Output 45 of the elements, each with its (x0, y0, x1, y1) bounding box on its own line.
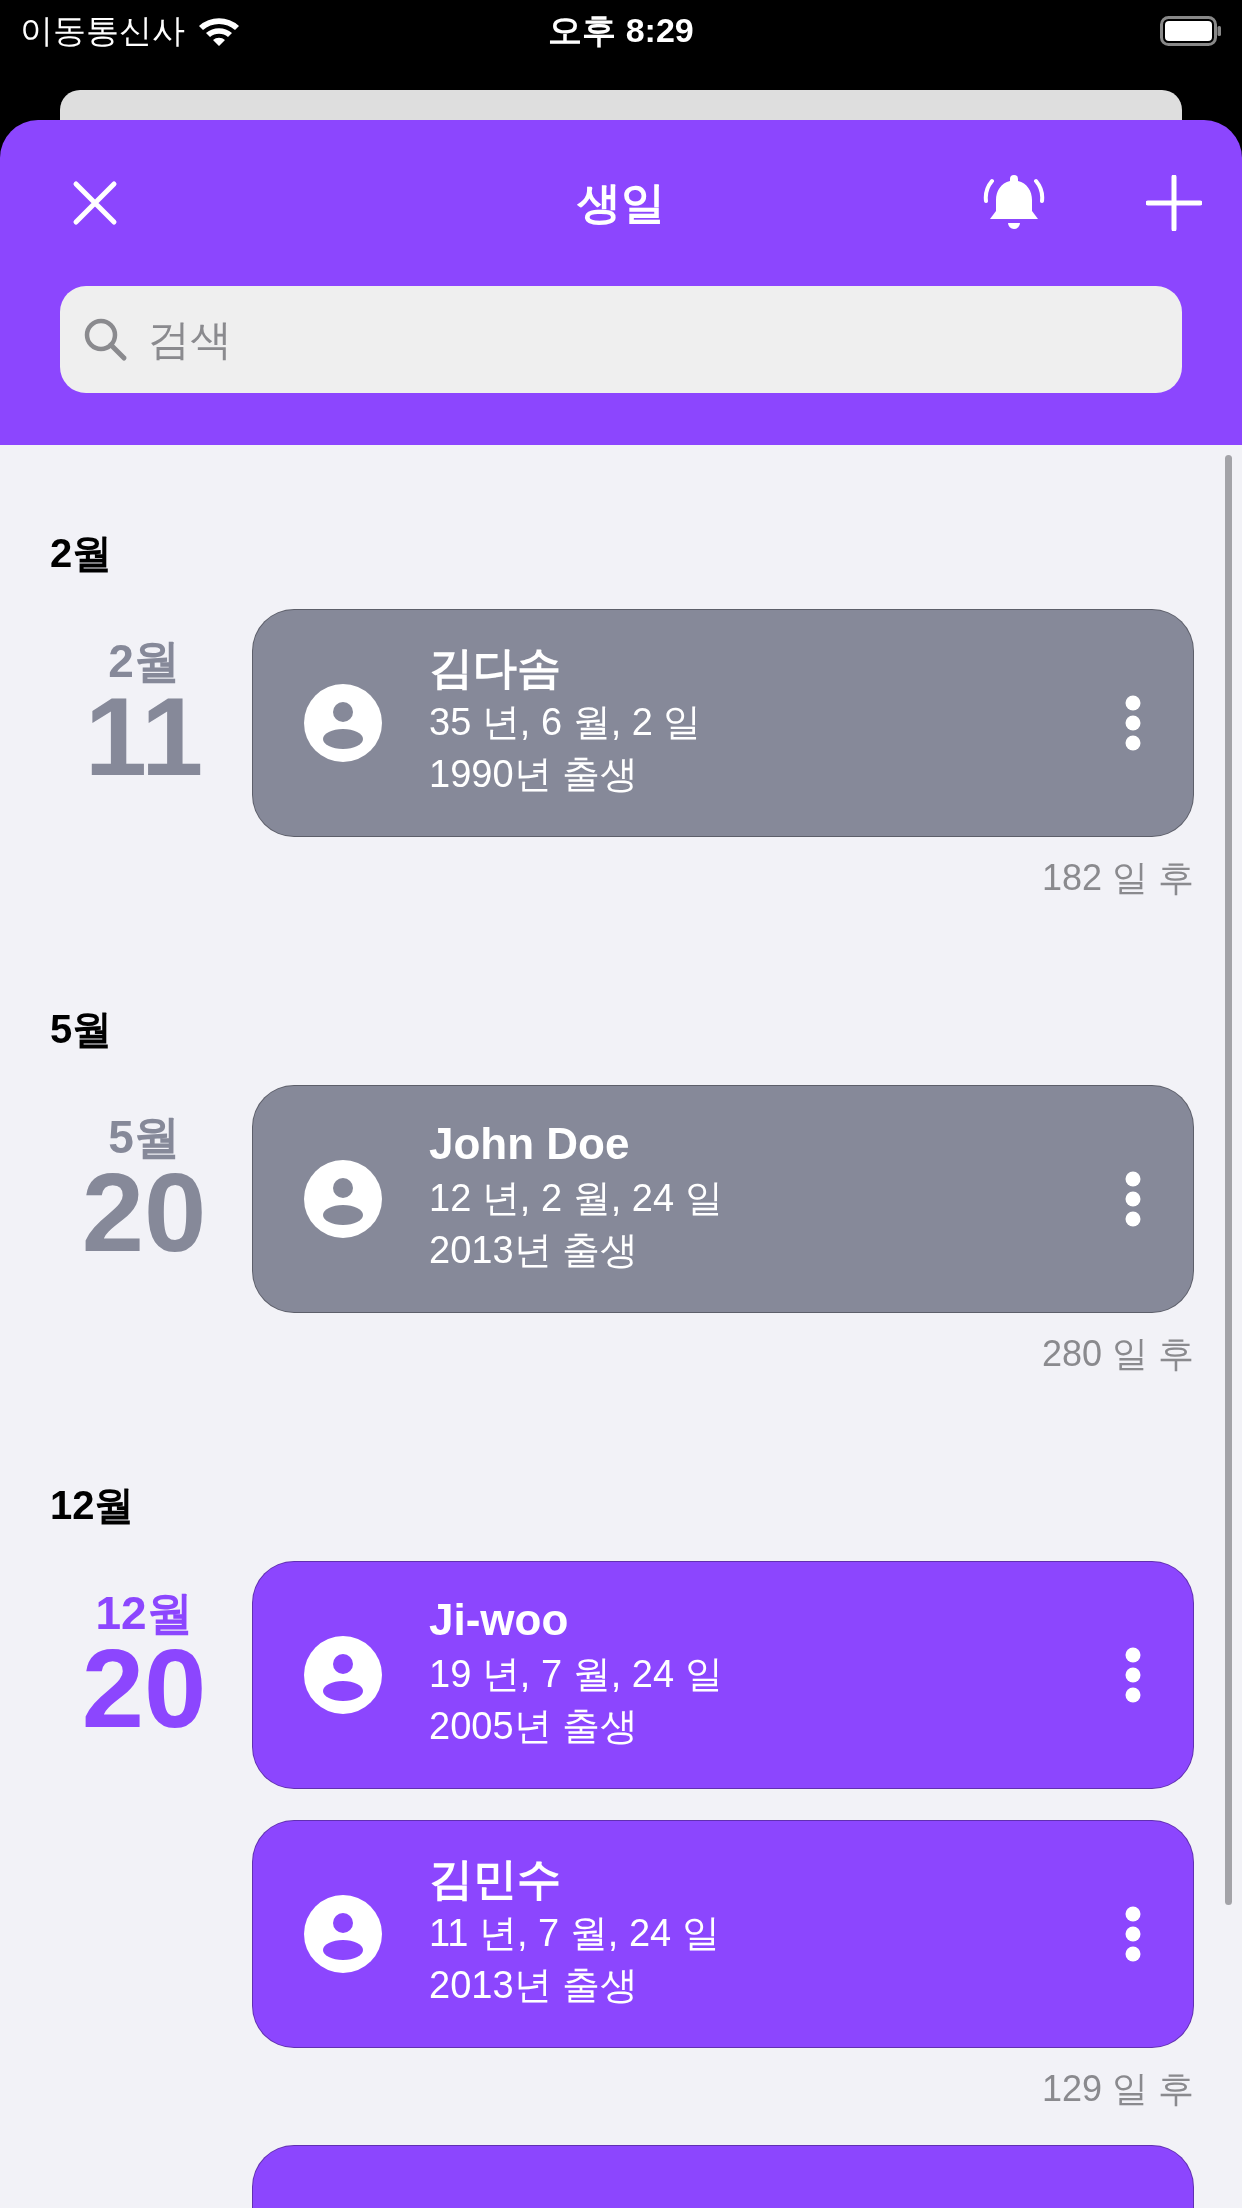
birthday-card[interactable]: Ji-woo 19 년, 7 월, 24 일 2005년 출생 (252, 1561, 1194, 1789)
person-name: 김다솜 (429, 642, 562, 694)
birthday-card[interactable]: 김다솜 35 년, 6 월, 2 일 1990년 출생 (252, 609, 1194, 837)
birth-year: 2005년 출생 (429, 1704, 640, 1749)
person-icon (304, 1636, 382, 1714)
more-button[interactable] (1123, 1645, 1143, 1705)
person-name: John Doe (429, 1118, 631, 1170)
birthday-card[interactable]: 김민수 11 년, 7 월, 24 일 2013년 출생 (252, 1820, 1194, 2048)
status-time: 오후 8:29 (548, 10, 694, 51)
carrier-name: 이동통신사 (20, 10, 185, 51)
more-icon (1123, 1645, 1143, 1705)
month-heading: 2월 (50, 530, 114, 577)
birth-year: 1990년 출생 (429, 752, 640, 797)
birth-year: 2013년 출생 (429, 1228, 640, 1273)
more-icon (1123, 1904, 1143, 1964)
battery-icon (1160, 16, 1222, 46)
days-until-text: 182 일 후 (1041, 857, 1194, 898)
scrollbar[interactable] (1225, 455, 1232, 1905)
age-text: 19 년, 7 월, 24 일 (429, 1652, 724, 1697)
plus-icon (1146, 175, 1202, 231)
search-field[interactable]: 검색 (60, 286, 1182, 393)
more-icon (1123, 1169, 1143, 1229)
month-heading: 5월 (50, 1006, 114, 1053)
more-button[interactable] (1123, 1904, 1143, 1964)
age-text: 12 년, 2 월, 24 일 (429, 1176, 724, 1221)
close-button[interactable] (72, 180, 118, 226)
person-icon (304, 1160, 382, 1238)
more-button[interactable] (1123, 693, 1143, 753)
birthday-card[interactable]: John Doe 12 년, 2 월, 24 일 2013년 출생 (252, 1085, 1194, 1313)
person-name: 김민수 (429, 1853, 562, 1905)
age-text: 11 년, 7 월, 24 일 (429, 1911, 721, 1956)
person-name: Ji-woo (429, 1594, 570, 1646)
more-icon (1123, 693, 1143, 753)
more-button[interactable] (1123, 1169, 1143, 1229)
add-button[interactable] (1146, 175, 1202, 231)
month-heading: 12월 (50, 1482, 136, 1529)
age-text: 35 년, 6 월, 2 일 (429, 700, 703, 745)
person-icon (304, 1895, 382, 1973)
days-until-text: 129 일 후 (1041, 2068, 1194, 2109)
screen-title: 생일 (577, 176, 665, 229)
wifi-icon (197, 15, 241, 47)
close-icon (72, 180, 118, 226)
days-until-text: 280 일 후 (1041, 1333, 1194, 1374)
person-icon (304, 684, 382, 762)
birth-year: 2013년 출생 (429, 1963, 640, 2008)
